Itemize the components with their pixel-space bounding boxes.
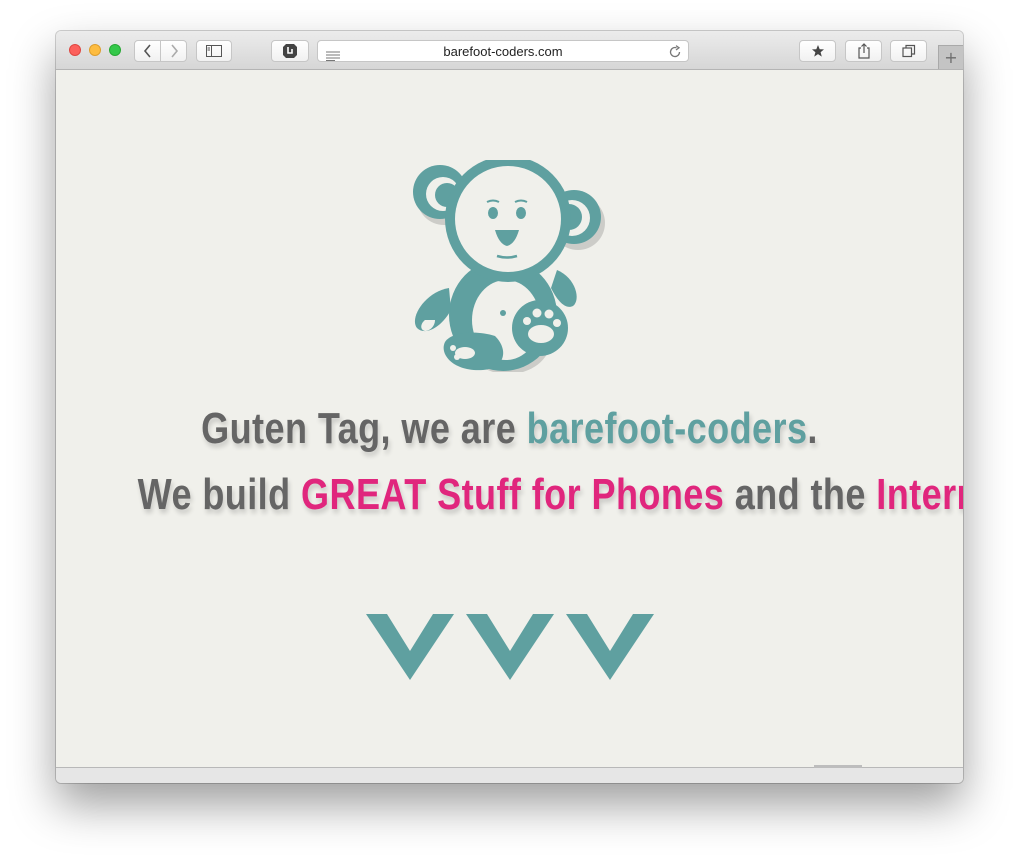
url-text: barefoot-coders.com	[443, 44, 563, 59]
tagline-highlight-internet: Internet	[876, 470, 963, 519]
show-sidebar-button[interactable]	[196, 40, 232, 62]
horizontal-scrollbar[interactable]	[814, 765, 862, 768]
plus-icon: +	[944, 48, 958, 67]
status-bar	[56, 765, 963, 783]
page-content: Guten Tag, we are barefoot-coders. We bu…	[56, 70, 963, 768]
chevron-right-icon	[170, 44, 178, 58]
greeting-text: Guten Tag, we are	[201, 404, 527, 453]
tab-overview-button[interactable]	[890, 40, 927, 62]
browser-toolbar: barefoot-coders.com +	[56, 31, 963, 70]
minimize-window-button[interactable]	[89, 44, 101, 56]
back-button[interactable]	[134, 40, 161, 62]
forward-button[interactable]	[160, 40, 187, 62]
headline-line-1: Guten Tag, we are barefoot-coders.	[138, 404, 882, 454]
new-tab-button[interactable]: +	[938, 45, 963, 69]
address-bar[interactable]: barefoot-coders.com	[317, 40, 689, 62]
extension-button[interactable]	[271, 40, 309, 62]
share-button[interactable]	[845, 40, 882, 62]
tagline-part-2: and the	[724, 470, 877, 519]
line1-period: .	[807, 404, 818, 453]
zoom-window-button[interactable]	[109, 44, 121, 56]
chevron-down-icon	[566, 614, 654, 680]
reload-icon[interactable]	[668, 44, 682, 63]
brand-name: barefoot-coders	[526, 404, 808, 453]
chevrons-down-icon[interactable]	[366, 614, 656, 680]
close-window-button[interactable]	[69, 44, 81, 56]
teddy-bear-logo	[413, 160, 605, 372]
chevron-down-icon	[466, 614, 554, 680]
sidebar-icon	[206, 45, 222, 57]
chevron-down-icon	[366, 614, 454, 680]
headline-line-2: We build GREAT Stuff for Phones and the …	[137, 470, 963, 520]
bookmark-button[interactable]	[799, 40, 836, 62]
tabs-overview-icon	[901, 44, 915, 58]
chevron-left-icon	[143, 44, 151, 58]
star-icon	[811, 45, 824, 57]
tagline-highlight-phones: GREAT Stuff for Phones	[301, 470, 725, 519]
share-icon	[857, 43, 870, 59]
browser-window: barefoot-coders.com + Guten Tag, we are …	[56, 31, 963, 783]
shield-icon	[283, 44, 297, 58]
tagline-part-1: We build	[137, 470, 302, 519]
